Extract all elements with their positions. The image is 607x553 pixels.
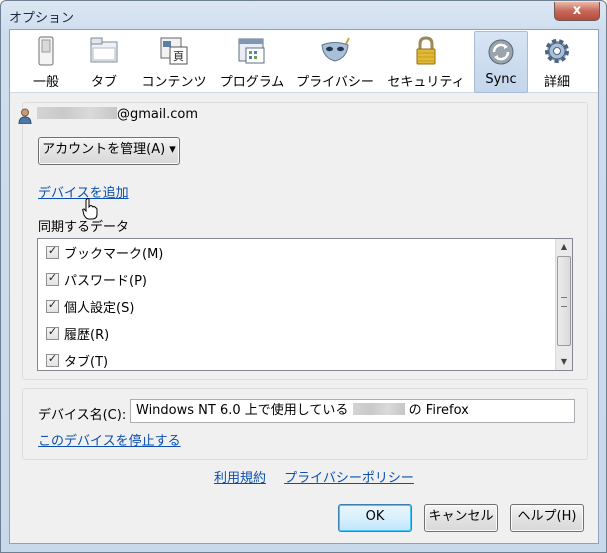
sync-items-list[interactable]: ✓ ブックマーク(M) ✓ パスワード(P) ✓ 個人設定(S) ✓ 履歴(R)… bbox=[37, 238, 573, 371]
sync-item-label: ブックマーク(M) bbox=[64, 247, 164, 262]
scroll-down-arrow[interactable]: ▼ bbox=[556, 354, 572, 370]
tabs-checkbox[interactable]: ✓ bbox=[46, 352, 59, 367]
svg-text:頁: 頁 bbox=[173, 50, 184, 63]
tab-tabs[interactable]: タブ bbox=[80, 31, 128, 91]
category-toolbar: 一般 タブ 頁 コンテンツ プログラム プライバシー セキュリティ Sync 詳… bbox=[10, 30, 598, 93]
sync-item-label: 履歴(R) bbox=[64, 328, 110, 343]
tab-programs-label: プログラム bbox=[219, 75, 285, 90]
sync-item-label: タブ(T) bbox=[64, 355, 109, 370]
person-icon bbox=[18, 108, 32, 124]
sync-item-label: パスワード(P) bbox=[64, 274, 147, 289]
help-button[interactable]: ヘルプ(H) bbox=[510, 504, 584, 532]
tab-advanced[interactable]: 詳細 bbox=[534, 31, 580, 91]
account-email-suffix: @gmail.com bbox=[117, 107, 199, 122]
tab-content[interactable]: 頁 コンテンツ bbox=[138, 31, 210, 91]
client-area: 一般 タブ 頁 コンテンツ プログラム プライバシー セキュリティ Sync 詳… bbox=[9, 29, 599, 544]
tab-programs[interactable]: プログラム bbox=[216, 31, 288, 91]
tab-advanced-label: 詳細 bbox=[543, 75, 570, 90]
preferences-checkbox[interactable]: ✓ bbox=[46, 298, 59, 313]
content-page-icon: 頁 bbox=[160, 37, 188, 65]
switch-icon bbox=[38, 36, 54, 66]
device-name-suffix: の Firefox bbox=[408, 403, 469, 418]
bookmarks-checkbox[interactable]: ✓ bbox=[46, 244, 59, 259]
tab-tabs-label: タブ bbox=[90, 75, 117, 90]
tab-general[interactable]: 一般 bbox=[24, 31, 68, 91]
sync-data-label: 同期するデータ bbox=[38, 220, 130, 235]
tab-folder-icon bbox=[90, 37, 118, 63]
program-window-icon bbox=[238, 38, 265, 64]
options-window: オプション x 一般 タブ 頁 コンテンツ プログラム プライバシー セキュリテ… bbox=[0, 0, 607, 553]
ok-button[interactable]: OK bbox=[338, 504, 412, 532]
redacted-email-user bbox=[37, 107, 117, 119]
device-name-label: デバイス名(C): bbox=[38, 408, 127, 423]
cancel-button[interactable]: キャンセル bbox=[424, 504, 498, 532]
tab-sync-label: Sync bbox=[485, 72, 517, 87]
passwords-checkbox[interactable]: ✓ bbox=[46, 271, 59, 286]
manage-account-button[interactable]: アカウントを管理(A) ▾ bbox=[38, 137, 180, 165]
redacted-user-name bbox=[352, 403, 405, 415]
list-scrollbar[interactable]: ▲ ▼ bbox=[555, 239, 572, 370]
device-name-field[interactable]: Windows NT 6.0 上で使用している の Firefox bbox=[130, 399, 575, 423]
close-button[interactable]: x bbox=[554, 2, 600, 21]
tab-sync[interactable]: Sync bbox=[474, 31, 528, 93]
padlock-icon bbox=[416, 36, 436, 65]
tab-privacy-label: プライバシー bbox=[296, 75, 374, 90]
sync-item-label: 個人設定(S) bbox=[64, 301, 135, 316]
footer-links: 利用規約 プライバシーポリシー bbox=[214, 467, 428, 486]
history-checkbox[interactable]: ✓ bbox=[46, 325, 59, 340]
tab-security-label: セキュリティ bbox=[387, 75, 465, 90]
gear-icon bbox=[545, 39, 569, 63]
tab-content-label: コンテンツ bbox=[141, 75, 207, 90]
title-bar: オプション x bbox=[1, 1, 606, 29]
device-name-prefix: Windows NT 6.0 上で使用している bbox=[136, 403, 349, 418]
tab-general-label: 一般 bbox=[32, 75, 59, 90]
tab-security[interactable]: セキュリティ bbox=[384, 31, 468, 91]
sync-icon bbox=[488, 39, 514, 65]
stop-device-link[interactable]: このデバイスを停止する bbox=[38, 430, 181, 449]
tab-privacy[interactable]: プライバシー bbox=[294, 31, 376, 91]
scroll-thumb[interactable] bbox=[557, 256, 571, 346]
terms-link[interactable]: 利用規約 bbox=[214, 471, 266, 486]
mask-icon bbox=[321, 37, 350, 62]
window-title: オプション bbox=[9, 11, 75, 26]
privacy-policy-link[interactable]: プライバシーポリシー bbox=[284, 471, 414, 486]
scroll-up-arrow[interactable]: ▲ bbox=[556, 239, 572, 255]
